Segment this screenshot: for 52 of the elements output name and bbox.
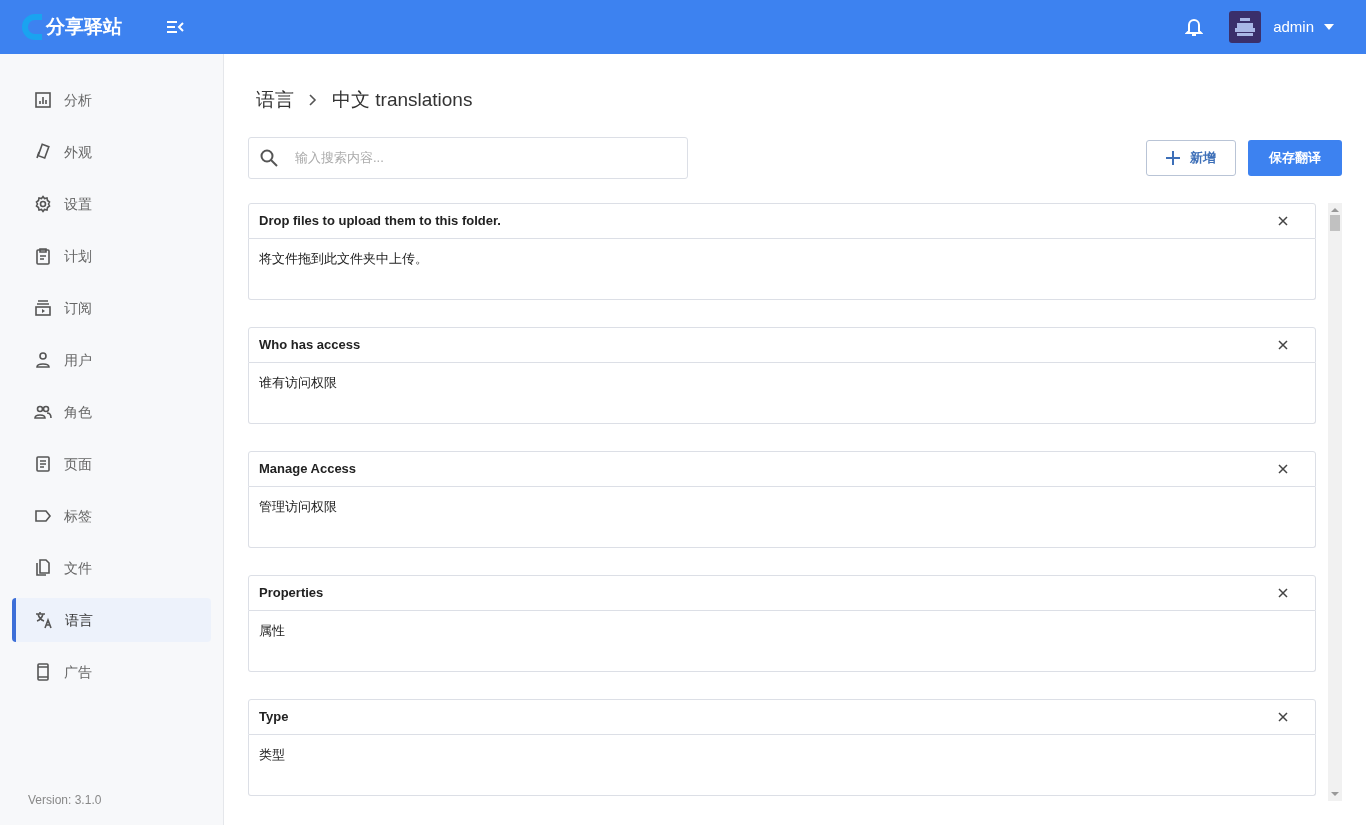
- clipboard-icon: [34, 247, 52, 265]
- translation-key: Who has access: [259, 334, 1275, 355]
- search-field[interactable]: 输入搜索内容...: [248, 136, 688, 179]
- search-icon: [260, 148, 278, 167]
- settings-icon: [34, 195, 52, 213]
- tag-icon: [34, 507, 52, 525]
- save-translations-button[interactable]: 保存翻译: [1248, 139, 1342, 176]
- sidebar-item[interactable]: 订阅: [12, 286, 211, 330]
- copy-icon: [34, 559, 52, 577]
- sidebar-item[interactable]: 广告: [12, 650, 211, 694]
- sidebar-item[interactable]: 标签: [12, 494, 211, 538]
- sidebar-item[interactable]: 页面: [12, 442, 211, 486]
- translation-key: Drop files to upload them to this folder.: [259, 210, 1275, 231]
- translation-field[interactable]: 谁有访问权限: [248, 362, 1316, 424]
- breadcrumb-item: 中文 translations: [332, 88, 473, 112]
- translation-key: Type: [259, 706, 1275, 727]
- people-icon: [34, 403, 52, 421]
- plus-icon: [1166, 150, 1180, 165]
- phone-icon: [34, 663, 52, 681]
- translation-key: Manage Access: [259, 458, 1275, 479]
- scrollbar-thumb[interactable]: [1330, 214, 1340, 231]
- person-icon: [34, 351, 52, 369]
- chevron-right-icon: [308, 93, 318, 108]
- version-text: Version: 3.1.0: [27, 792, 103, 809]
- sidebar-item[interactable]: 分析: [12, 78, 211, 122]
- translation-key: Properties: [259, 582, 1275, 603]
- sidebar-item[interactable]: 文件: [12, 546, 211, 590]
- sidebar-item[interactable]: 角色: [12, 390, 211, 434]
- avatar[interactable]: [1229, 11, 1262, 43]
- chart-icon: [34, 91, 52, 109]
- sidebar-item[interactable]: 外观: [12, 130, 211, 174]
- sidebar-item[interactable]: 语言: [12, 598, 211, 642]
- add-button[interactable]: 新增: [1146, 139, 1236, 176]
- document-icon: [34, 455, 52, 473]
- breadcrumb-item[interactable]: 语言: [256, 86, 294, 115]
- sidebar-item[interactable]: 用户: [12, 338, 211, 382]
- caret-down-icon: [1324, 24, 1334, 30]
- translate-icon: [35, 611, 53, 629]
- cards-icon: [34, 143, 52, 161]
- logo-text: 分享驿站: [46, 14, 122, 39]
- collapse-menu-button[interactable]: [166, 20, 184, 34]
- logo-icon: [22, 14, 42, 40]
- translation-field[interactable]: 类型: [248, 734, 1316, 796]
- translation-field[interactable]: 管理访问权限: [248, 486, 1316, 548]
- scrollbar[interactable]: [1328, 202, 1342, 801]
- translation-field[interactable]: 属性: [248, 610, 1316, 672]
- user-menu[interactable]: admin: [1273, 15, 1344, 39]
- notification-bell-icon[interactable]: [1185, 17, 1204, 37]
- translation-field[interactable]: 将文件拖到此文件夹中上传。: [248, 238, 1316, 300]
- sidebar-item[interactable]: 设置: [12, 182, 211, 226]
- video-list-icon: [34, 299, 52, 317]
- sidebar-item[interactable]: 计划: [12, 234, 211, 278]
